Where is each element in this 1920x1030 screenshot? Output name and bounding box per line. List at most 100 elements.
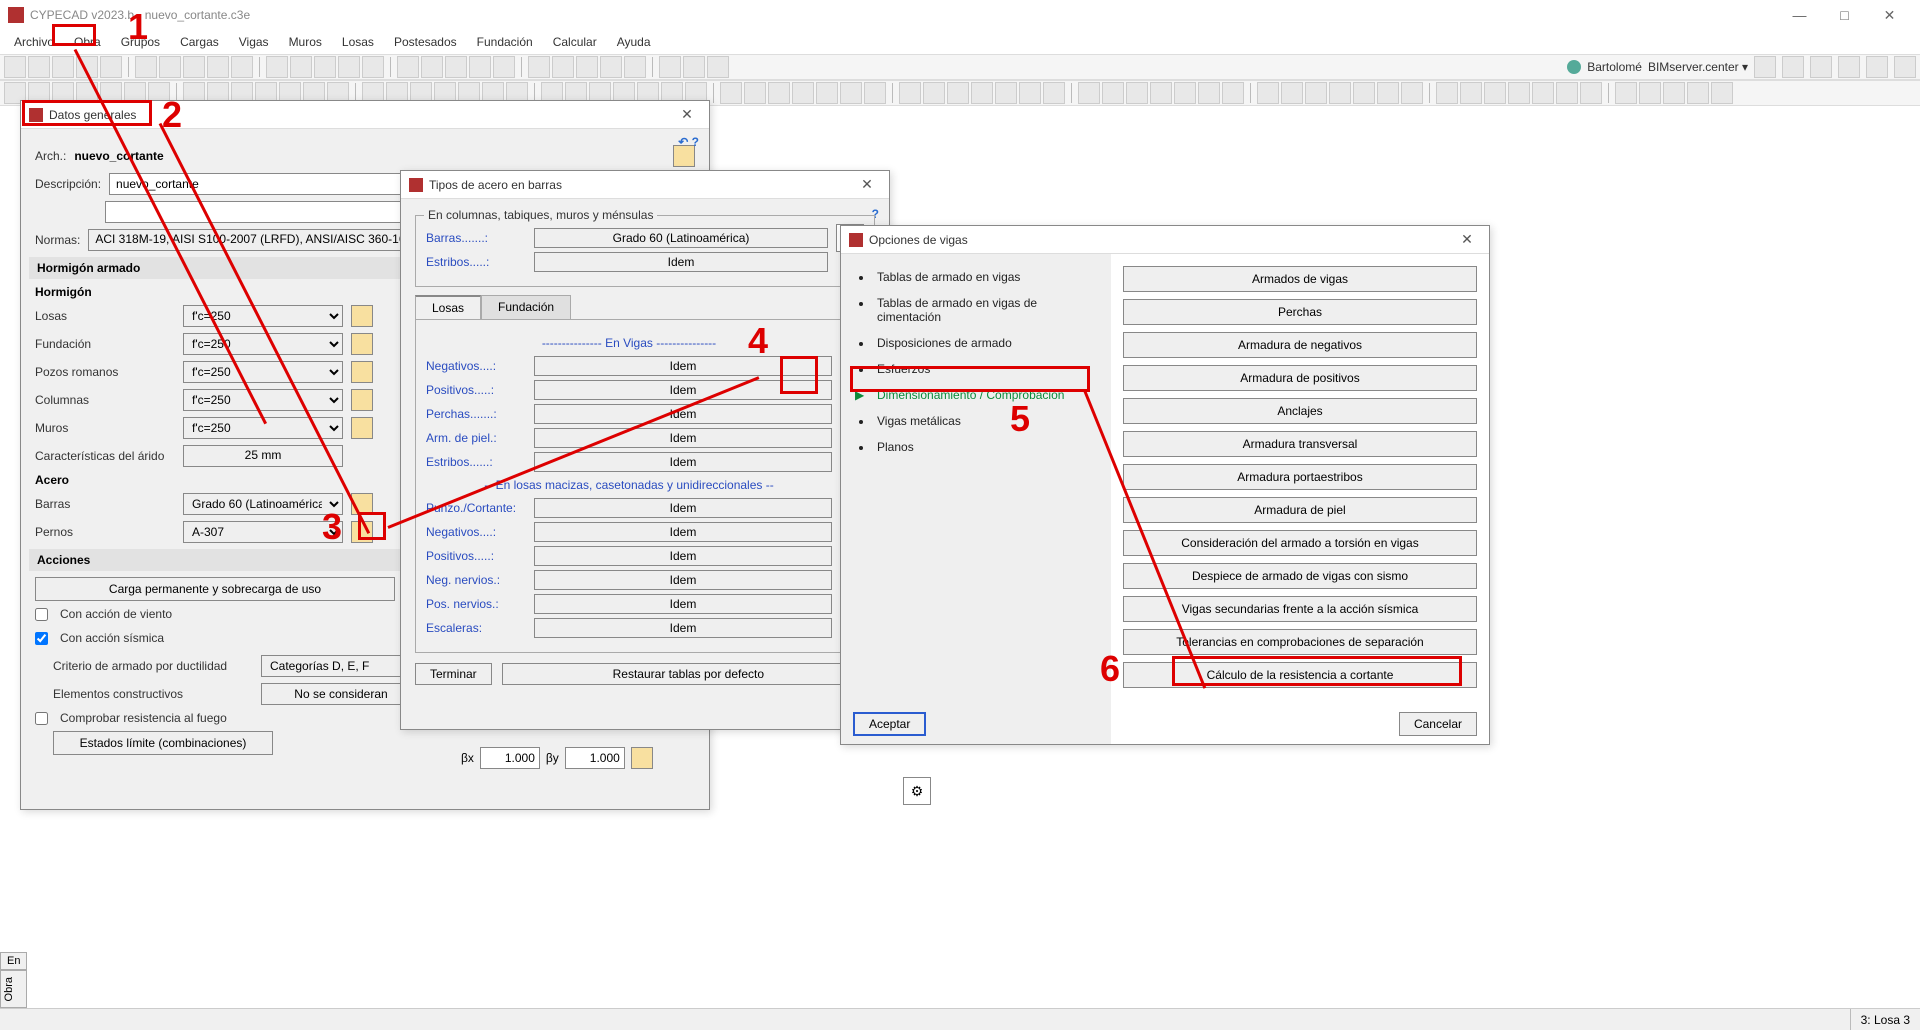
toolbar-button[interactable]	[1281, 82, 1303, 104]
sliders-icon[interactable]: ⚙	[903, 777, 931, 805]
option-category-item[interactable]: Esfuerzos	[873, 356, 1107, 382]
toolbar-button[interactable]	[995, 82, 1017, 104]
btn-cancelar[interactable]: Cancelar	[1399, 712, 1477, 736]
menu-fundacion[interactable]: Fundación	[467, 33, 543, 51]
acero-select[interactable]: A-307	[183, 521, 343, 543]
toolbar-button[interactable]	[768, 82, 790, 104]
menu-muros[interactable]: Muros	[279, 33, 332, 51]
toolbar-button[interactable]	[1615, 82, 1637, 104]
toolbar-button[interactable]	[1174, 82, 1196, 104]
toolbar-button[interactable]	[840, 82, 862, 104]
settings-icon[interactable]	[351, 361, 373, 383]
toolbar-button[interactable]	[1866, 56, 1888, 78]
side-tab-obra[interactable]: Obra	[0, 970, 27, 1008]
menu-postesados[interactable]: Postesados	[384, 33, 467, 51]
menu-calcular[interactable]: Calcular	[543, 33, 607, 51]
toolbar-button[interactable]	[1894, 56, 1916, 78]
viga-row-value[interactable]: Idem	[534, 452, 832, 472]
toolbar-button[interactable]	[183, 56, 205, 78]
viga-row-value[interactable]: Idem	[534, 356, 832, 376]
option-button[interactable]: Armadura de negativos	[1123, 332, 1477, 358]
help-icon[interactable]: ↶ ?	[678, 135, 699, 149]
tab-losas[interactable]: Losas	[415, 295, 481, 319]
toolbar-button[interactable]	[207, 56, 229, 78]
toolbar-button[interactable]	[1663, 82, 1685, 104]
option-button[interactable]: Consideración del armado a torsión en vi…	[1123, 530, 1477, 556]
toolbar-button[interactable]	[266, 56, 288, 78]
losa-row-value[interactable]: Idem	[534, 498, 832, 518]
toolbar-button[interactable]	[445, 56, 467, 78]
acero-select[interactable]: Grado 60 (Latinoamérica)	[183, 493, 343, 515]
toolbar-button[interactable]	[792, 82, 814, 104]
toolbar-button[interactable]	[1556, 82, 1578, 104]
toolbar-button[interactable]	[493, 56, 515, 78]
toolbar-button[interactable]	[864, 82, 886, 104]
menu-obra[interactable]: Obra	[64, 33, 111, 51]
option-button[interactable]: Anclajes	[1123, 398, 1477, 424]
toolbar-button[interactable]	[290, 56, 312, 78]
toolbar-button[interactable]	[1754, 56, 1776, 78]
option-button[interactable]: Vigas secundarias frente a la acción sís…	[1123, 596, 1477, 622]
btn-carga-permanente[interactable]: Carga permanente y sobrecarga de uso	[35, 577, 395, 601]
close-icon[interactable]: ✕	[673, 106, 701, 123]
toolbar-button[interactable]	[1639, 82, 1661, 104]
settings-icon[interactable]	[351, 521, 373, 543]
toolbar-button[interactable]	[1484, 82, 1506, 104]
by-input[interactable]	[565, 747, 625, 769]
toolbar-button[interactable]	[1782, 56, 1804, 78]
menu-losas[interactable]: Losas	[332, 33, 384, 51]
toolbar-button[interactable]	[4, 56, 26, 78]
toolbar-button[interactable]	[1126, 82, 1148, 104]
hormigon-select[interactable]: f'c=250	[183, 333, 343, 355]
option-button[interactable]: Armadura de positivos	[1123, 365, 1477, 391]
option-button[interactable]: Armadura de piel	[1123, 497, 1477, 523]
option-category-item[interactable]: Tablas de armado en vigas de cimentación	[873, 290, 1107, 330]
criterio-select[interactable]: Categorías D, E, F	[261, 655, 421, 677]
menu-vigas[interactable]: Vigas	[229, 33, 279, 51]
toolbar-button[interactable]	[1198, 82, 1220, 104]
toolbar-button[interactable]	[1532, 82, 1554, 104]
toolbar-button[interactable]	[1401, 82, 1423, 104]
losa-row-value[interactable]: Idem	[534, 522, 832, 542]
menu-ayuda[interactable]: Ayuda	[607, 33, 661, 51]
toolbar-button[interactable]	[552, 56, 574, 78]
toolbar-button[interactable]	[816, 82, 838, 104]
settings-icon[interactable]	[351, 493, 373, 515]
btn-estados-limite[interactable]: Estados límite (combinaciones)	[53, 731, 273, 755]
toolbar-button[interactable]	[1102, 82, 1124, 104]
settings-icon[interactable]	[631, 747, 653, 769]
option-button[interactable]: Despiece de armado de vigas con sismo	[1123, 563, 1477, 589]
settings-icon[interactable]	[351, 417, 373, 439]
bx-input[interactable]	[480, 747, 540, 769]
chk-sismica[interactable]	[35, 632, 48, 645]
losa-row-value[interactable]: Idem	[534, 546, 832, 566]
toolbar-button[interactable]	[1222, 82, 1244, 104]
toolbar-button[interactable]	[231, 56, 253, 78]
toolbar-button[interactable]	[1508, 82, 1530, 104]
toolbar-button[interactable]	[1580, 82, 1602, 104]
minimize-button[interactable]: —	[1777, 0, 1822, 30]
side-tab-en[interactable]: En	[0, 952, 27, 970]
toolbar-button[interactable]	[338, 56, 360, 78]
viga-row-value[interactable]: Idem	[534, 380, 832, 400]
option-category-item[interactable]: Dimensionamiento / Comprobación	[873, 382, 1107, 408]
btn-terminar[interactable]: Terminar	[415, 663, 492, 685]
option-button[interactable]: Armadura portaestribos	[1123, 464, 1477, 490]
losa-row-value[interactable]: Idem	[534, 570, 832, 590]
toolbar-button[interactable]	[1305, 82, 1327, 104]
option-category-item[interactable]: Planos	[873, 434, 1107, 460]
settings-icon[interactable]	[351, 305, 373, 327]
toolbar-button[interactable]	[1078, 82, 1100, 104]
elem-button[interactable]: No se consideran	[261, 683, 421, 705]
toolbar-button[interactable]	[971, 82, 993, 104]
toolbar-button[interactable]	[1329, 82, 1351, 104]
toolbar-button[interactable]	[1150, 82, 1172, 104]
toolbar-button[interactable]	[76, 56, 98, 78]
viga-row-value[interactable]: Idem	[534, 404, 832, 424]
toolbar-button[interactable]	[624, 56, 646, 78]
maximize-button[interactable]: □	[1822, 0, 1867, 30]
estribos-value[interactable]: Idem	[534, 252, 828, 272]
toolbar-button[interactable]	[947, 82, 969, 104]
losa-row-value[interactable]: Idem	[534, 618, 832, 638]
toolbar-button[interactable]	[362, 56, 384, 78]
